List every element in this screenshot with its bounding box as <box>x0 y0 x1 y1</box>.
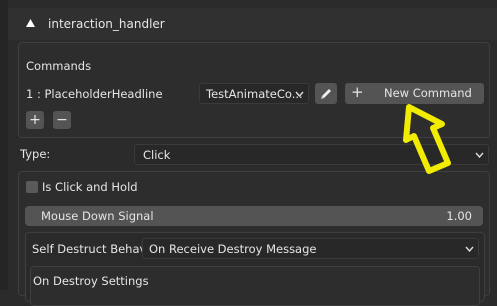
type-label: Type: <box>20 147 51 161</box>
plus-icon: + <box>351 83 364 101</box>
plus-icon: + <box>29 112 41 128</box>
panel-title: interaction_handler <box>48 17 165 31</box>
new-command-button[interactable]: + New Command <box>345 83 484 104</box>
mouse-down-signal-value: 1.00 <box>446 209 472 223</box>
chevron-down-icon <box>475 152 484 158</box>
is-click-and-hold-checkbox[interactable] <box>26 181 38 193</box>
is-click-and-hold-label: Is Click and Hold <box>42 180 138 194</box>
self-destruct-section: Self Destruct Behavi... On Receive Destr… <box>25 232 485 306</box>
mouse-down-signal-slider[interactable]: Mouse Down Signal 1.00 <box>25 206 483 226</box>
command-type-dropdown[interactable]: TestAnimateCo... <box>199 83 309 104</box>
chevron-down-icon <box>295 91 304 97</box>
command-entry-label: 1 : PlaceholderHeadline <box>26 87 163 101</box>
on-destroy-settings-section: On Destroy Settings <box>30 266 480 306</box>
click-settings-section: Is Click and Hold Mouse Down Signal 1.00… <box>18 171 490 306</box>
edit-command-button[interactable] <box>315 83 337 104</box>
on-destroy-settings-label: On Destroy Settings <box>33 274 149 288</box>
yellow-arrow-annotation-icon <box>403 104 451 174</box>
mouse-down-signal-label: Mouse Down Signal <box>41 209 154 223</box>
minus-icon: − <box>56 112 68 128</box>
collapse-triangle-icon[interactable] <box>26 19 35 27</box>
remove-command-button[interactable]: − <box>53 111 71 129</box>
left-gutter <box>0 0 8 290</box>
new-command-label: New Command <box>384 86 472 100</box>
add-command-button[interactable]: + <box>26 111 44 129</box>
self-destruct-dropdown[interactable]: On Receive Destroy Message <box>142 238 479 259</box>
commands-label: Commands <box>26 59 92 73</box>
panel-header[interactable]: interaction_handler <box>8 8 497 40</box>
chevron-down-icon <box>465 246 474 252</box>
pencil-icon <box>321 88 331 99</box>
